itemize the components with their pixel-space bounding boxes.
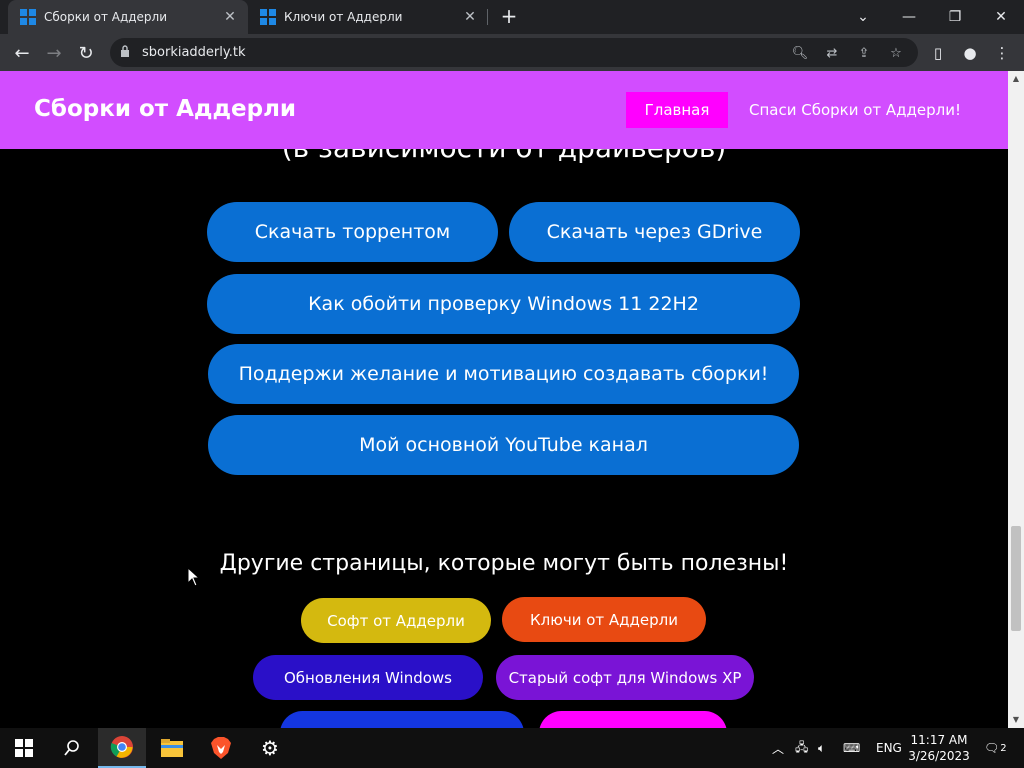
new-tab-button[interactable]: + [497, 5, 521, 29]
clock-date: 3/26/2023 [908, 749, 970, 763]
forward-button[interactable]: → [40, 39, 68, 67]
folder-icon [161, 739, 183, 757]
settings-taskbar-button[interactable]: ⚙ [246, 728, 294, 768]
tab-label: Сборки от Аддерли [44, 10, 168, 24]
bookmark-star-icon[interactable]: ☆ [886, 43, 906, 63]
taskbar-clock[interactable]: 11:17 AM 3/26/2023 [905, 732, 973, 764]
windows-favicon-icon [20, 9, 36, 25]
back-button[interactable]: ← [8, 39, 36, 67]
close-tab-icon[interactable]: ✕ [462, 9, 478, 25]
pill-partial-link[interactable] [539, 711, 727, 728]
support-button[interactable]: Поддержи желание и мотивацию создавать с… [208, 344, 799, 404]
pill-xp-soft-link[interactable]: Старый софт для Windows XP [496, 655, 754, 700]
side-panel-icon[interactable]: ▯ [924, 39, 952, 67]
download-gdrive-button[interactable]: Скачать через GDrive [509, 202, 800, 262]
page-viewport: Сборки от Аддерли Главная Спаси Сборки о… [0, 71, 1008, 728]
volume-icon[interactable]: 🔈︎ [818, 728, 825, 768]
gear-icon: ⚙ [261, 736, 279, 760]
profile-icon[interactable]: ● [956, 39, 984, 67]
youtube-channel-button[interactable]: Мой основной YouTube канал [208, 415, 799, 475]
start-button[interactable] [0, 728, 48, 768]
share-icon[interactable]: ⇪ [854, 43, 874, 63]
translate-icon[interactable]: ⇄ [822, 43, 842, 63]
nav-save-link[interactable]: Спаси Сборки от Аддерли! [749, 101, 961, 119]
windows-favicon-icon [260, 9, 276, 25]
lock-icon [121, 45, 129, 57]
keyboard-icon[interactable]: ⌨ [843, 728, 860, 768]
nav-home-link[interactable]: Главная [626, 92, 728, 128]
search-button[interactable] [48, 728, 96, 768]
tab-search-button[interactable]: ⌄ [840, 0, 886, 34]
bypass-windows11-button[interactable]: Как обойти проверку Windows 11 22H2 [207, 274, 800, 334]
network-icon[interactable]: 🖧︎ [795, 728, 808, 768]
scrollbar-thumb[interactable] [1011, 526, 1021, 631]
brave-taskbar-button[interactable] [197, 728, 245, 768]
scroll-up-icon[interactable]: ▲ [1012, 75, 1020, 83]
tab-klyuchi[interactable]: Ключи от Аддерли ✕ [248, 0, 488, 34]
tab-label: Ключи от Аддерли [284, 10, 403, 24]
tab-separator [487, 9, 488, 25]
minimize-button[interactable]: — [886, 0, 932, 34]
site-title[interactable]: Сборки от Аддерли [34, 96, 296, 122]
clock-time: 11:17 AM [910, 733, 968, 747]
tray-overflow-icon[interactable]: ︿ [772, 728, 784, 768]
search-icon [64, 740, 79, 756]
menu-icon[interactable]: ⋮ [988, 39, 1016, 67]
brave-lion-icon [211, 737, 231, 759]
scroll-down-icon[interactable]: ▼ [1012, 716, 1020, 724]
windows-start-icon [15, 739, 33, 757]
file-explorer-button[interactable] [148, 728, 196, 768]
site-header: Сборки от Аддерли Главная Спаси Сборки о… [0, 71, 1008, 149]
close-tab-icon[interactable]: ✕ [222, 9, 238, 25]
pill-partial-link[interactable] [280, 711, 524, 728]
search-icon[interactable]: 🔍︎ [790, 43, 810, 63]
download-torrent-button[interactable]: Скачать торрентом [207, 202, 498, 262]
language-indicator[interactable]: ENG [876, 728, 902, 768]
chrome-icon [110, 736, 133, 758]
browser-tab-bar: Сборки от Аддерли ✕ Ключи от Аддерли ✕ +… [0, 0, 1024, 34]
url-text: sborkiadderly.tk [142, 45, 246, 60]
other-pages-title: Другие страницы, которые могут быть поле… [219, 551, 789, 576]
reload-button[interactable]: ↻ [72, 39, 100, 67]
notification-count: 2 [1000, 742, 1007, 754]
pill-soft-link[interactable]: Софт от Аддерли [301, 598, 491, 643]
notification-icon: 🗨︎ [984, 741, 1000, 755]
tab-sborki[interactable]: Сборки от Аддерли ✕ [8, 0, 248, 34]
close-window-button[interactable]: ✕ [978, 0, 1024, 34]
restore-button[interactable]: ❐ [932, 0, 978, 34]
page-scrollbar[interactable]: ▲ ▼ [1008, 71, 1024, 728]
mouse-cursor-icon [187, 567, 201, 587]
address-bar[interactable]: sborkiadderly.tk 🔍︎ ⇄ ⇪ ☆ [110, 38, 918, 67]
chrome-taskbar-button[interactable] [98, 728, 146, 768]
browser-toolbar: ← → ↻ sborkiadderly.tk 🔍︎ ⇄ ⇪ ☆ ▯ ● ⋮ [0, 34, 1024, 71]
pill-updates-link[interactable]: Обновления Windows [253, 655, 483, 700]
notifications-button[interactable]: 🗨︎ 2 [984, 728, 1007, 768]
pill-keys-link[interactable]: Ключи от Аддерли [502, 597, 706, 642]
windows-taskbar: ⚙ ︿ 🖧︎ 🔈︎ ⌨ ENG 11:17 AM 3/26/2023 🗨︎ 2 [0, 728, 1024, 768]
